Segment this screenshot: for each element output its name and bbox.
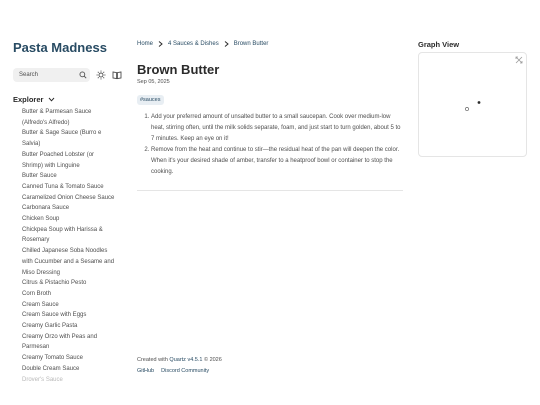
search-button[interactable]: Search xyxy=(13,68,90,82)
footer-copyright: © 2026 xyxy=(203,357,222,363)
recipe-step: Add your preferred amount of unsalted bu… xyxy=(151,112,403,145)
explorer-item[interactable]: with Cucumber and a Sesame and xyxy=(22,257,126,268)
book-icon xyxy=(112,71,121,80)
discord-link[interactable]: Discord Community xyxy=(161,368,209,374)
explorer-item[interactable]: (Alfredo's Alfredo) xyxy=(22,118,126,129)
explorer-item[interactable]: Creamy Tomato Sauce xyxy=(22,353,126,364)
divider xyxy=(137,190,403,191)
graph-node[interactable] xyxy=(465,107,469,111)
explorer-item[interactable]: Canned Tuna & Tomato Sauce xyxy=(22,182,126,193)
sun-icon xyxy=(96,70,105,80)
footer-links: GitHub Discord Community xyxy=(137,368,216,374)
breadcrumb-current[interactable]: Brown Butter xyxy=(234,41,269,47)
explorer-item[interactable]: Citrus & Pistachio Pesto xyxy=(22,278,126,289)
search-icon xyxy=(79,71,87,79)
explorer-item[interactable]: Caramelized Onion Cheese Sauce xyxy=(22,193,126,204)
chevron-right-icon xyxy=(224,41,229,47)
explorer-item[interactable]: Miso Dressing xyxy=(22,268,126,279)
explorer-item[interactable]: Butter & Sage Sauce (Burro e xyxy=(22,128,126,139)
explorer-item[interactable]: Salvia) xyxy=(22,139,126,150)
graph-view[interactable] xyxy=(418,52,527,157)
explorer-item[interactable]: Creamy Garlic Pasta xyxy=(22,321,126,332)
explorer-item[interactable]: Double Cream Sauce xyxy=(22,364,126,375)
explorer-item[interactable]: Chickpea Soup with Harissa & xyxy=(22,225,126,236)
breadcrumb: Home 4 Sauces & Dishes Brown Butter xyxy=(137,41,268,47)
explorer-item[interactable]: Butter & Parmesan Sauce xyxy=(22,107,126,118)
site-title[interactable]: Pasta Madness xyxy=(13,40,107,55)
explorer-label: Explorer xyxy=(13,95,44,104)
explorer-item[interactable]: Parmesan xyxy=(22,342,126,353)
reader-mode-button[interactable] xyxy=(111,70,122,81)
explorer-item[interactable]: Carbonara Sauce xyxy=(22,203,126,214)
explorer-item[interactable]: Chicken Soup xyxy=(22,214,126,225)
explorer-item[interactable]: Shrimp) with Linguine xyxy=(22,161,126,172)
graph-view-title: Graph View xyxy=(418,40,460,49)
page-title: Brown Butter xyxy=(137,62,220,77)
theme-toggle-button[interactable] xyxy=(95,70,106,81)
recipe-steps: Add your preferred amount of unsalted bu… xyxy=(147,112,403,178)
explorer-item[interactable]: Butter Poached Lobster (or xyxy=(22,150,126,161)
breadcrumb-section[interactable]: 4 Sauces & Dishes xyxy=(168,41,219,47)
expand-graph-icon[interactable] xyxy=(515,56,523,64)
footer-created-prefix: Created with xyxy=(137,357,168,363)
chevron-down-icon xyxy=(49,97,55,102)
search-row: Search xyxy=(13,68,122,82)
recipe-step: Remove from the heat and continue to sti… xyxy=(151,145,403,178)
breadcrumb-home[interactable]: Home xyxy=(137,41,153,47)
explorer-item[interactable]: Corn Broth xyxy=(22,289,126,300)
chevron-right-icon xyxy=(158,41,163,47)
explorer-item[interactable]: Cream Sauce xyxy=(22,300,126,311)
footer-credit: Created with Quartz v4.5.1 © 2026 xyxy=(137,357,222,363)
explorer-item[interactable]: Chilled Japanese Soba Noodles xyxy=(22,246,126,257)
search-placeholder: Search xyxy=(19,72,39,78)
github-link[interactable]: GitHub xyxy=(137,368,154,374)
publish-date: Sep 05, 2025 xyxy=(137,79,170,85)
tag-link[interactable]: #sauces xyxy=(137,95,164,105)
graph-node-current[interactable] xyxy=(477,101,481,104)
explorer-toggle[interactable]: Explorer xyxy=(13,95,55,104)
explorer-list: Butter & Parmesan Sauce (Alfredo's Alfred… xyxy=(22,107,126,389)
main-content: Home 4 Sauces & Dishes Brown Butter Brow… xyxy=(137,0,403,405)
explorer-item[interactable]: Drover's Sauce xyxy=(22,375,126,386)
explorer-item[interactable]: Rosemary xyxy=(22,235,126,246)
quartz-link[interactable]: Quartz v4.5.1 xyxy=(169,357,202,363)
explorer-item[interactable]: Cream Sauce with Eggs xyxy=(22,310,126,321)
explorer-item[interactable]: Butter Sauce xyxy=(22,171,126,182)
left-sidebar: Pasta Madness Search Explorer Butter & P… xyxy=(13,0,125,405)
explorer-item[interactable]: Creamy Orzo with Peas and xyxy=(22,332,126,343)
